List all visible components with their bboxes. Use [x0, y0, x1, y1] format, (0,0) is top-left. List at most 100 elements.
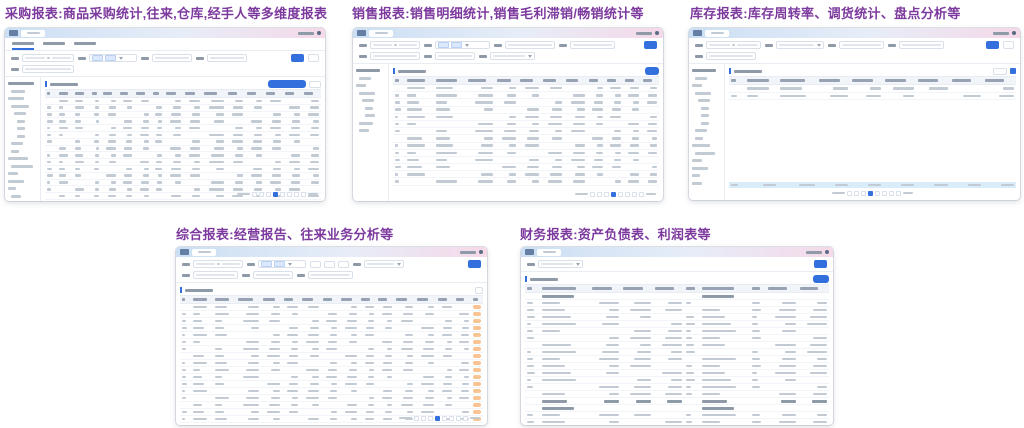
table-row[interactable]	[45, 159, 321, 166]
pagination-page[interactable]	[456, 416, 461, 421]
view-link-badge[interactable]	[473, 361, 481, 365]
category-tree-item[interactable]	[11, 150, 19, 153]
category-tree-item[interactable]	[365, 107, 373, 110]
view-link-badge[interactable]	[473, 347, 481, 351]
select-input[interactable]	[89, 54, 137, 62]
category-tree-item[interactable]	[11, 105, 29, 108]
query-button[interactable]	[814, 260, 827, 268]
table-row[interactable]	[525, 398, 829, 405]
table-row[interactable]	[45, 125, 321, 132]
table-row[interactable]	[180, 332, 483, 339]
table-row[interactable]	[525, 300, 829, 307]
export-button[interactable]	[645, 67, 659, 75]
category-tree-item[interactable]	[8, 187, 16, 190]
category-tree-item[interactable]	[362, 99, 374, 102]
reset-button[interactable]	[308, 54, 319, 62]
table-row[interactable]	[45, 105, 321, 112]
pagination-page[interactable]	[632, 192, 637, 197]
category-tree-item[interactable]	[8, 82, 34, 85]
browser-tab-active[interactable]	[369, 30, 393, 37]
view-link-badge[interactable]	[473, 305, 481, 309]
category-tree-item[interactable]	[359, 129, 369, 132]
table-row[interactable]	[729, 93, 1016, 101]
text-input[interactable]	[207, 54, 247, 62]
category-tree-item[interactable]	[365, 114, 375, 117]
help-manual-link[interactable]	[460, 251, 476, 254]
notification-bell-icon[interactable]	[825, 250, 829, 254]
table-row[interactable]	[180, 304, 483, 311]
table-row[interactable]	[393, 150, 659, 157]
table-row[interactable]	[525, 391, 829, 398]
table-row[interactable]	[393, 178, 659, 185]
category-tree-item[interactable]	[692, 182, 702, 185]
text-input[interactable]	[22, 65, 74, 73]
category-tree-item[interactable]	[692, 84, 702, 87]
category-tree-item[interactable]	[11, 142, 23, 145]
table-row[interactable]	[45, 112, 321, 119]
category-tree-item[interactable]	[11, 165, 33, 168]
pagination-page[interactable]	[604, 192, 609, 197]
table-row[interactable]	[525, 405, 829, 412]
table-row[interactable]	[393, 85, 659, 92]
table-row[interactable]	[393, 92, 659, 99]
table-row[interactable]	[180, 325, 483, 332]
table-row[interactable]	[525, 377, 829, 384]
table-row[interactable]	[393, 107, 659, 114]
table-row[interactable]	[393, 143, 659, 150]
pagination-page[interactable]	[625, 192, 630, 197]
date-range-input[interactable]	[706, 41, 761, 49]
table-row[interactable]	[393, 114, 659, 121]
table-row[interactable]	[180, 374, 483, 381]
table-row[interactable]	[525, 335, 829, 342]
pagination-page[interactable]	[861, 191, 866, 196]
view-link-badge[interactable]	[473, 354, 481, 358]
view-link-badge[interactable]	[473, 312, 481, 316]
table-row[interactable]	[180, 388, 483, 395]
table-row[interactable]	[525, 342, 829, 349]
table-row[interactable]	[393, 99, 659, 106]
help-manual-link[interactable]	[806, 251, 822, 254]
table-row[interactable]	[180, 353, 483, 360]
query-button[interactable]	[468, 260, 481, 268]
category-tree-item[interactable]	[695, 77, 707, 80]
category-tree-item[interactable]	[692, 144, 710, 147]
home-tab[interactable]	[9, 30, 18, 36]
view-link-badge[interactable]	[473, 333, 481, 337]
select-input[interactable]	[538, 260, 583, 268]
table-row[interactable]	[525, 384, 829, 391]
view-link-badge[interactable]	[473, 326, 481, 330]
pagination-page[interactable]	[882, 191, 887, 196]
text-input[interactable]	[706, 52, 756, 60]
reset-button[interactable]	[1003, 41, 1014, 49]
view-link-badge[interactable]	[473, 396, 481, 400]
select-input[interactable]	[364, 260, 404, 268]
select-input[interactable]	[258, 260, 306, 268]
text-input[interactable]	[308, 271, 353, 279]
category-tree-item[interactable]	[359, 77, 371, 80]
notification-bell-icon[interactable]	[1012, 31, 1016, 35]
category-tree-item[interactable]	[698, 99, 710, 102]
view-link-badge[interactable]	[473, 389, 481, 393]
view-link-badge[interactable]	[473, 368, 481, 372]
pagination-page[interactable]	[875, 191, 880, 196]
category-tree-item[interactable]	[695, 152, 715, 155]
quick-date-pill[interactable]	[324, 261, 335, 268]
table-row[interactable]	[525, 363, 829, 370]
text-input[interactable]	[435, 52, 475, 60]
select-input[interactable]	[490, 52, 535, 60]
table-row[interactable]	[393, 171, 659, 178]
category-tree-item[interactable]	[17, 127, 25, 130]
text-input[interactable]	[505, 41, 555, 49]
table-row[interactable]	[393, 121, 659, 128]
text-input[interactable]	[570, 41, 615, 49]
pagination-page[interactable]	[618, 192, 623, 197]
table-row[interactable]	[393, 128, 659, 135]
table-row[interactable]	[525, 419, 829, 425]
pagination-page[interactable]	[868, 191, 873, 196]
table-row[interactable]	[393, 164, 659, 171]
home-tab[interactable]	[525, 249, 534, 255]
table-row[interactable]	[525, 293, 829, 300]
table-row[interactable]	[525, 370, 829, 377]
select-input[interactable]	[776, 41, 824, 49]
category-tree-item[interactable]	[11, 90, 25, 93]
